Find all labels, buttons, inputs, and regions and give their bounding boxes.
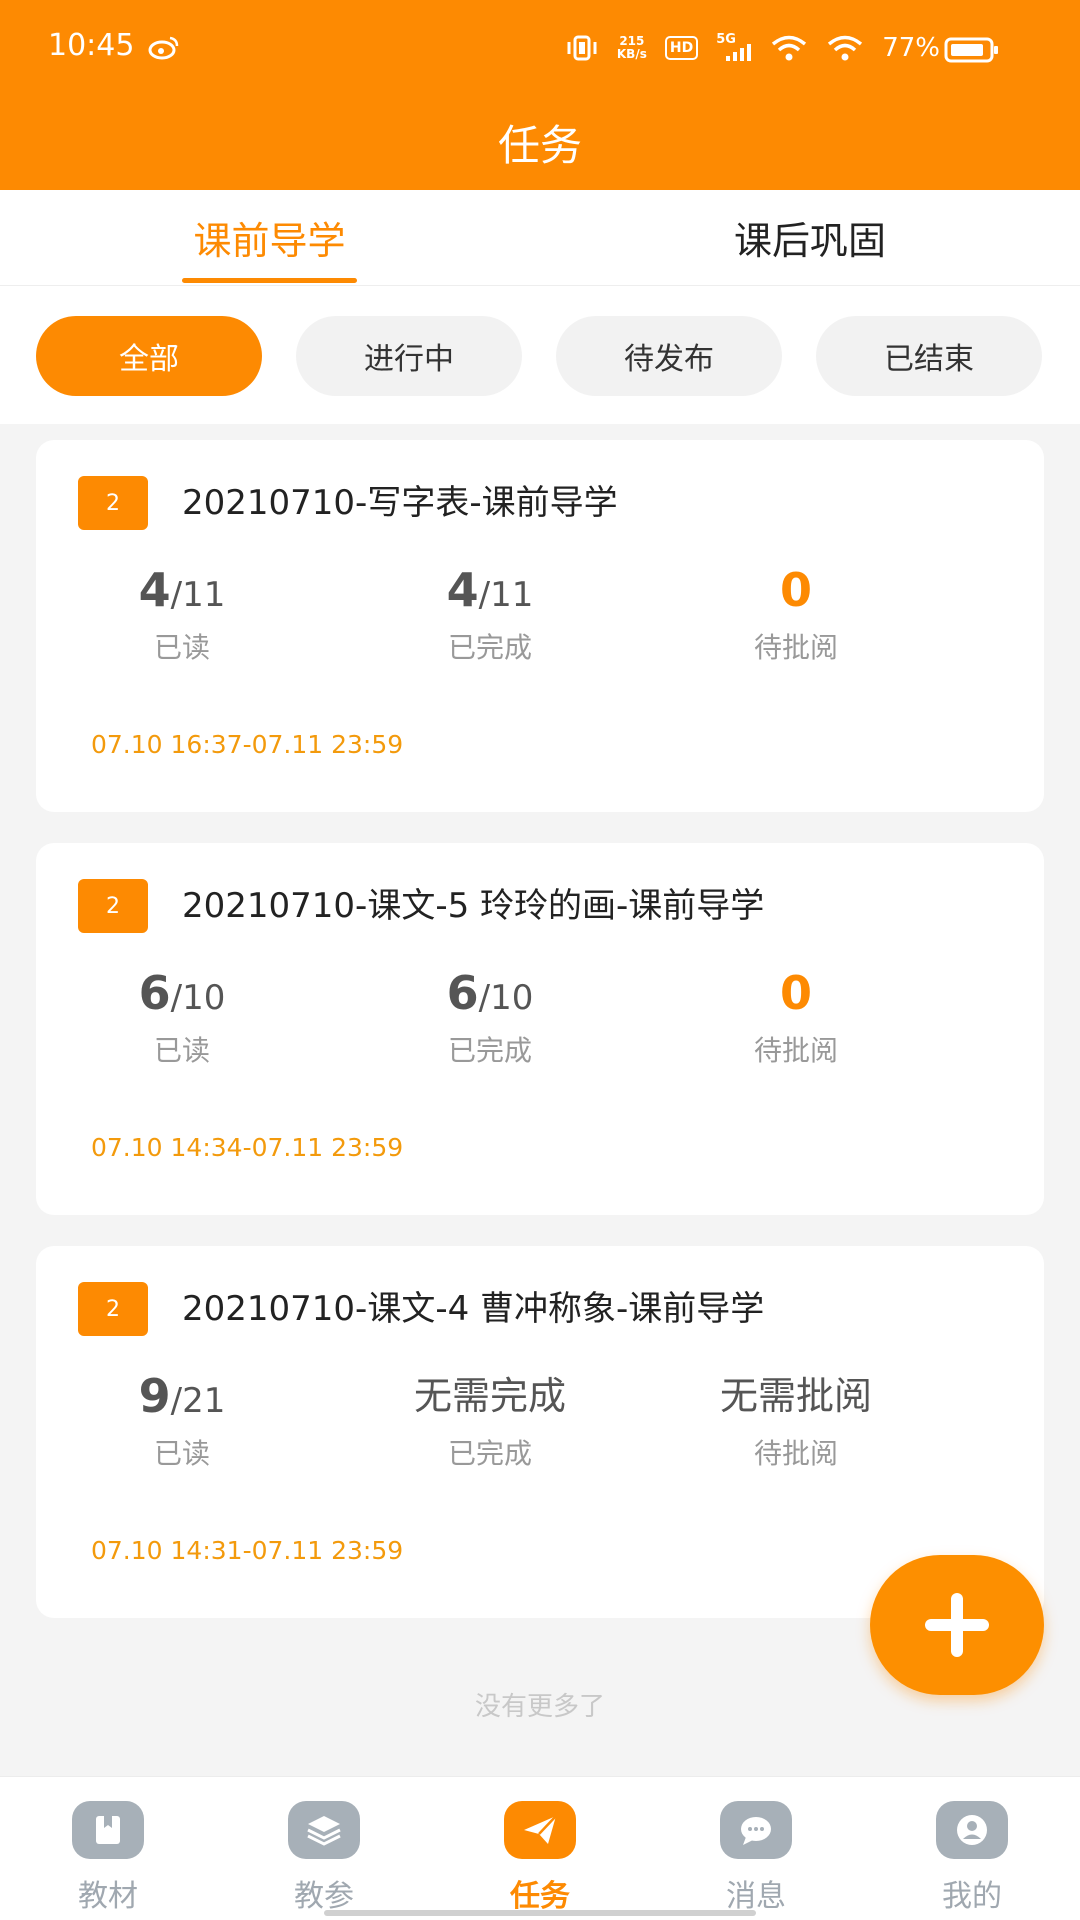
task-type-tabs: 课前导学 课后巩固 xyxy=(0,190,1080,286)
grade-badge: 2 xyxy=(78,476,148,530)
completed-label: 已完成 xyxy=(447,1034,532,1067)
nav-profile[interactable]: 我的 xyxy=(897,1801,1047,1915)
status-filter-bar: 全部 进行中 待发布 已结束 xyxy=(0,286,1080,424)
task-time-range: 07.10 16:37-07.11 23:59 xyxy=(91,730,404,759)
task-card[interactable]: 2 20210710-课文-5 玲玲的画-课前导学 6/10 已读 6/10 已… xyxy=(36,843,1044,1215)
nav-label: 消息 xyxy=(726,1879,786,1914)
layers-icon xyxy=(288,1801,360,1859)
filter-in-progress-chip[interactable]: 进行中 xyxy=(296,316,522,396)
weibo-icon xyxy=(148,36,179,60)
book-icon xyxy=(72,1801,144,1859)
completed-not-required: 无需完成 xyxy=(413,1374,566,1418)
task-title: 20210710-写字表-课前导学 xyxy=(182,483,618,523)
app-header: 10:45 215 KB/s HD 5G 77% 任务 xyxy=(0,0,1080,190)
read-stat: 9/21 已读 xyxy=(32,1366,332,1472)
task-card[interactable]: 2 20210710-写字表-课前导学 4/11 已读 4/11 已完成 0 待… xyxy=(36,440,1044,812)
completed-label: 已完成 xyxy=(447,631,532,664)
completed-count: 4 xyxy=(446,563,479,617)
completed-count: 6 xyxy=(446,966,479,1020)
nav-label: 教材 xyxy=(78,1879,138,1914)
read-total: /21 xyxy=(170,1381,226,1421)
status-bar: 10:45 215 KB/s HD 5G 77% xyxy=(0,0,1080,90)
tab-pre-class[interactable]: 课前导学 xyxy=(182,210,357,265)
vibrate-icon xyxy=(567,35,597,61)
read-total: /10 xyxy=(170,978,226,1018)
plus-icon xyxy=(925,1593,989,1657)
status-time: 10:45 xyxy=(48,28,135,63)
review-label: 待批阅 xyxy=(753,1437,838,1470)
review-label: 待批阅 xyxy=(753,1034,838,1067)
active-tab-indicator xyxy=(182,278,357,283)
filter-ended-chip[interactable]: 已结束 xyxy=(816,316,1042,396)
grade-badge: 2 xyxy=(78,879,148,933)
user-icon xyxy=(936,1801,1008,1859)
wifi-icon xyxy=(772,35,807,61)
task-card[interactable]: 2 20210710-课文-4 曹冲称象-课前导学 9/21 已读 无需完成 已… xyxy=(36,1246,1044,1618)
add-task-button[interactable] xyxy=(870,1555,1044,1695)
completed-stat: 无需完成 已完成 xyxy=(340,1366,640,1472)
nav-messages[interactable]: 消息 xyxy=(681,1801,831,1915)
completed-stat: 6/10 已完成 xyxy=(340,963,640,1069)
review-stat: 0 待批阅 xyxy=(646,963,946,1069)
completed-total: /10 xyxy=(478,978,534,1018)
review-label: 待批阅 xyxy=(753,631,838,664)
task-time-range: 07.10 14:34-07.11 23:59 xyxy=(91,1133,404,1162)
read-stat: 4/11 已读 xyxy=(32,560,332,666)
wifi-icon xyxy=(828,35,863,61)
read-label: 已读 xyxy=(153,1034,210,1067)
status-icons: 215 KB/s HD 5G 77% xyxy=(565,30,940,66)
battery-icon xyxy=(944,37,998,63)
read-stat: 6/10 已读 xyxy=(32,963,332,1069)
task-title: 20210710-课文-4 曹冲称象-课前导学 xyxy=(182,1289,765,1329)
chat-bubble-icon xyxy=(720,1801,792,1859)
review-stat: 0 待批阅 xyxy=(646,560,946,666)
nav-tasks[interactable]: 任务 xyxy=(465,1801,615,1915)
completed-stat: 4/11 已完成 xyxy=(340,560,640,666)
page-title: 任务 xyxy=(497,121,582,170)
nav-teaching-reference[interactable]: 教参 xyxy=(249,1801,399,1915)
nav-label: 我的 xyxy=(942,1879,1002,1914)
nav-label: 教参 xyxy=(294,1879,354,1914)
review-stat: 无需批阅 待批阅 xyxy=(646,1366,946,1472)
completed-label: 已完成 xyxy=(447,1437,532,1470)
task-title: 20210710-课文-5 玲玲的画-课前导学 xyxy=(182,886,765,926)
paper-plane-icon xyxy=(504,1801,576,1859)
tab-post-class[interactable]: 课后巩固 xyxy=(720,210,900,265)
review-count: 0 xyxy=(779,563,812,617)
nav-textbook[interactable]: 教材 xyxy=(33,1801,183,1915)
network-speed-unit: KB/s xyxy=(616,47,647,61)
network-speed: 215 KB/s xyxy=(617,35,647,61)
review-not-required: 无需批阅 xyxy=(719,1374,872,1418)
task-time-range: 07.10 14:31-07.11 23:59 xyxy=(91,1536,404,1565)
read-count: 9 xyxy=(138,1369,171,1423)
read-label: 已读 xyxy=(153,631,210,664)
nav-label: 任务 xyxy=(510,1879,570,1914)
bottom-navigation: 教材 教参 任务 消息 我的 xyxy=(0,1776,1080,1920)
home-indicator[interactable] xyxy=(324,1910,756,1916)
read-label: 已读 xyxy=(153,1437,210,1470)
hd-badge: HD xyxy=(664,36,699,60)
read-count: 4 xyxy=(138,563,171,617)
cellular-signal-icon: 5G xyxy=(716,32,752,62)
read-total: /11 xyxy=(170,575,226,615)
read-count: 6 xyxy=(138,966,171,1020)
review-count: 0 xyxy=(779,966,812,1020)
filter-all-chip[interactable]: 全部 xyxy=(36,316,262,396)
battery-percent: 77% xyxy=(882,33,940,63)
grade-badge: 2 xyxy=(78,1282,148,1336)
filter-pending-publish-chip[interactable]: 待发布 xyxy=(556,316,782,396)
completed-total: /11 xyxy=(478,575,534,615)
